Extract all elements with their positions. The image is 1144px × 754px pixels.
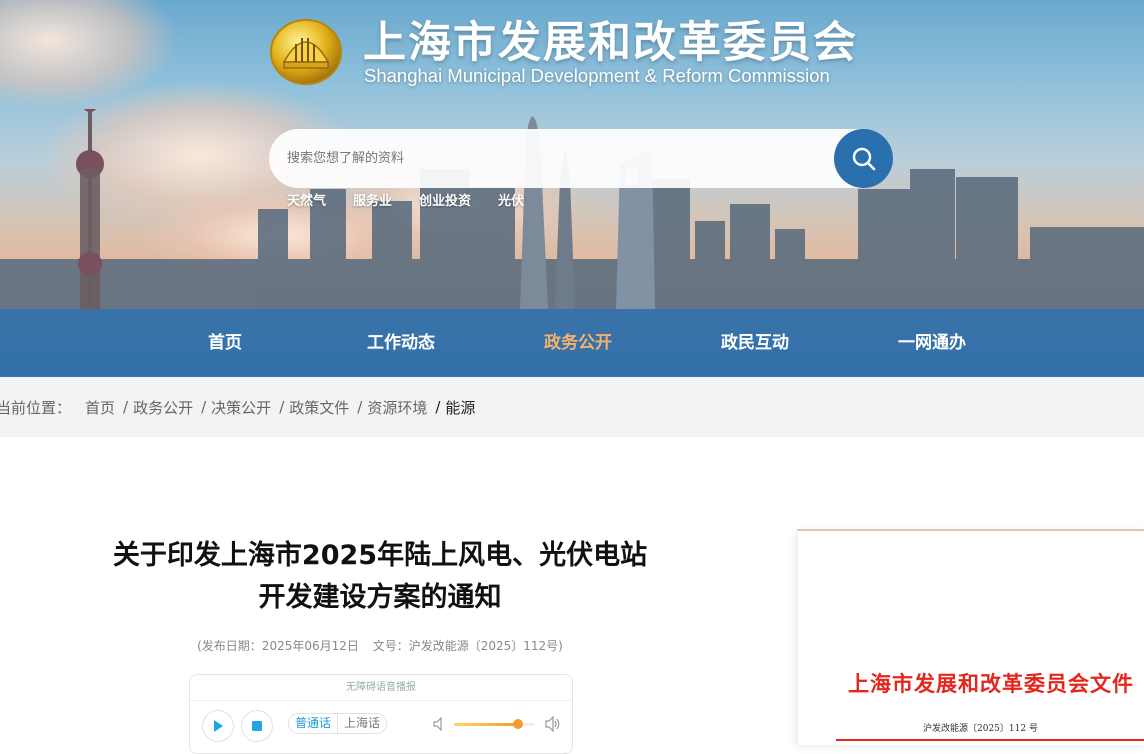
emblem-icon (268, 14, 344, 86)
breadcrumb-separator: / (201, 398, 207, 416)
volume-up-icon[interactable] (545, 716, 561, 732)
breadcrumb-separator: / (435, 398, 441, 416)
document-number: 沪发改能源〔2025〕112 号 (923, 724, 1038, 734)
search-input[interactable] (287, 129, 827, 188)
breadcrumb-label: 当前位置： (0, 398, 72, 417)
doc-number: 文号：沪发改能源〔2025〕112号) (372, 639, 563, 653)
search-bar (269, 129, 893, 188)
volume-fill (454, 723, 518, 726)
nav-item-gov-affairs[interactable]: 政务公开 (544, 309, 612, 377)
document-preview[interactable]: 上海市发展和改革委员会文件 沪发改能源〔2025〕112 号 (797, 529, 1144, 745)
volume-slider[interactable] (454, 719, 534, 729)
org-name-en: Shanghai Municipal Development & Reform … (364, 65, 830, 86)
breadcrumb-link[interactable]: 首页 (85, 397, 115, 418)
main-nav: 首页 工作动态 政务公开 政民互动 一网通办 (0, 309, 1144, 377)
document-header: 上海市发展和改革委员会文件 (848, 671, 1134, 696)
publish-date: (发布日期：2025年06月12日 (197, 639, 359, 653)
header-banner: 上海市发展和改革委员会 Shanghai Municipal Developme… (0, 0, 1144, 377)
breadcrumb-link[interactable]: 资源环境 (367, 397, 427, 418)
breadcrumb-separator: / (357, 398, 363, 416)
breadcrumb-current: 能源 (445, 398, 476, 417)
nav-item-work-news[interactable]: 工作动态 (367, 309, 435, 377)
article-meta: (发布日期：2025年06月12日 文号：沪发改能源〔2025〕112号) (40, 637, 720, 654)
breadcrumb-separator: / (279, 398, 285, 416)
search-button[interactable] (834, 129, 893, 188)
breadcrumb-link[interactable]: 政务公开 (133, 397, 193, 418)
player-heading: 无障碍语音播报 (190, 675, 572, 701)
play-icon (214, 720, 223, 732)
stop-icon (252, 721, 262, 731)
lang-mandarin[interactable]: 普通话 (289, 714, 337, 733)
breadcrumb-link[interactable]: 政策文件 (289, 397, 349, 418)
nav-item-home[interactable]: 首页 (208, 309, 242, 377)
hot-word[interactable]: 光伏 (498, 190, 524, 209)
stop-button[interactable] (241, 710, 273, 742)
volume-mute-icon[interactable] (433, 717, 445, 731)
volume-knob[interactable] (513, 719, 523, 729)
org-name-cn: 上海市发展和改革委员会 (363, 18, 858, 68)
search-icon (852, 147, 875, 170)
play-button[interactable] (202, 710, 234, 742)
nav-item-online-service[interactable]: 一网通办 (898, 309, 966, 377)
audio-player: 无障碍语音播报 普通话 上海话 (189, 674, 573, 754)
lang-shanghainese[interactable]: 上海话 (337, 714, 386, 733)
hot-word[interactable]: 天然气 (287, 190, 326, 209)
hot-word[interactable]: 创业投资 (419, 190, 471, 209)
breadcrumb-separator: / (123, 398, 129, 416)
article-title-line: 开发建设方案的通知 (258, 582, 502, 613)
breadcrumb-link[interactable]: 决策公开 (211, 397, 271, 418)
language-switch: 普通话 上海话 (288, 713, 388, 734)
hot-word[interactable]: 服务业 (353, 190, 392, 209)
document-red-rule (836, 739, 1144, 741)
article-title-line: 关于印发上海市2025年陆上风电、光伏电站 (112, 540, 648, 571)
article-title: 关于印发上海市2025年陆上风电、光伏电站 开发建设方案的通知 (40, 535, 720, 619)
breadcrumb: 当前位置： 首页 / 政务公开 / 决策公开 / 政策文件 / 资源环境 / 能… (0, 377, 1144, 437)
hot-search-words: 天然气 服务业 创业投资 光伏 (287, 190, 524, 209)
nav-item-interaction[interactable]: 政民互动 (721, 309, 789, 377)
